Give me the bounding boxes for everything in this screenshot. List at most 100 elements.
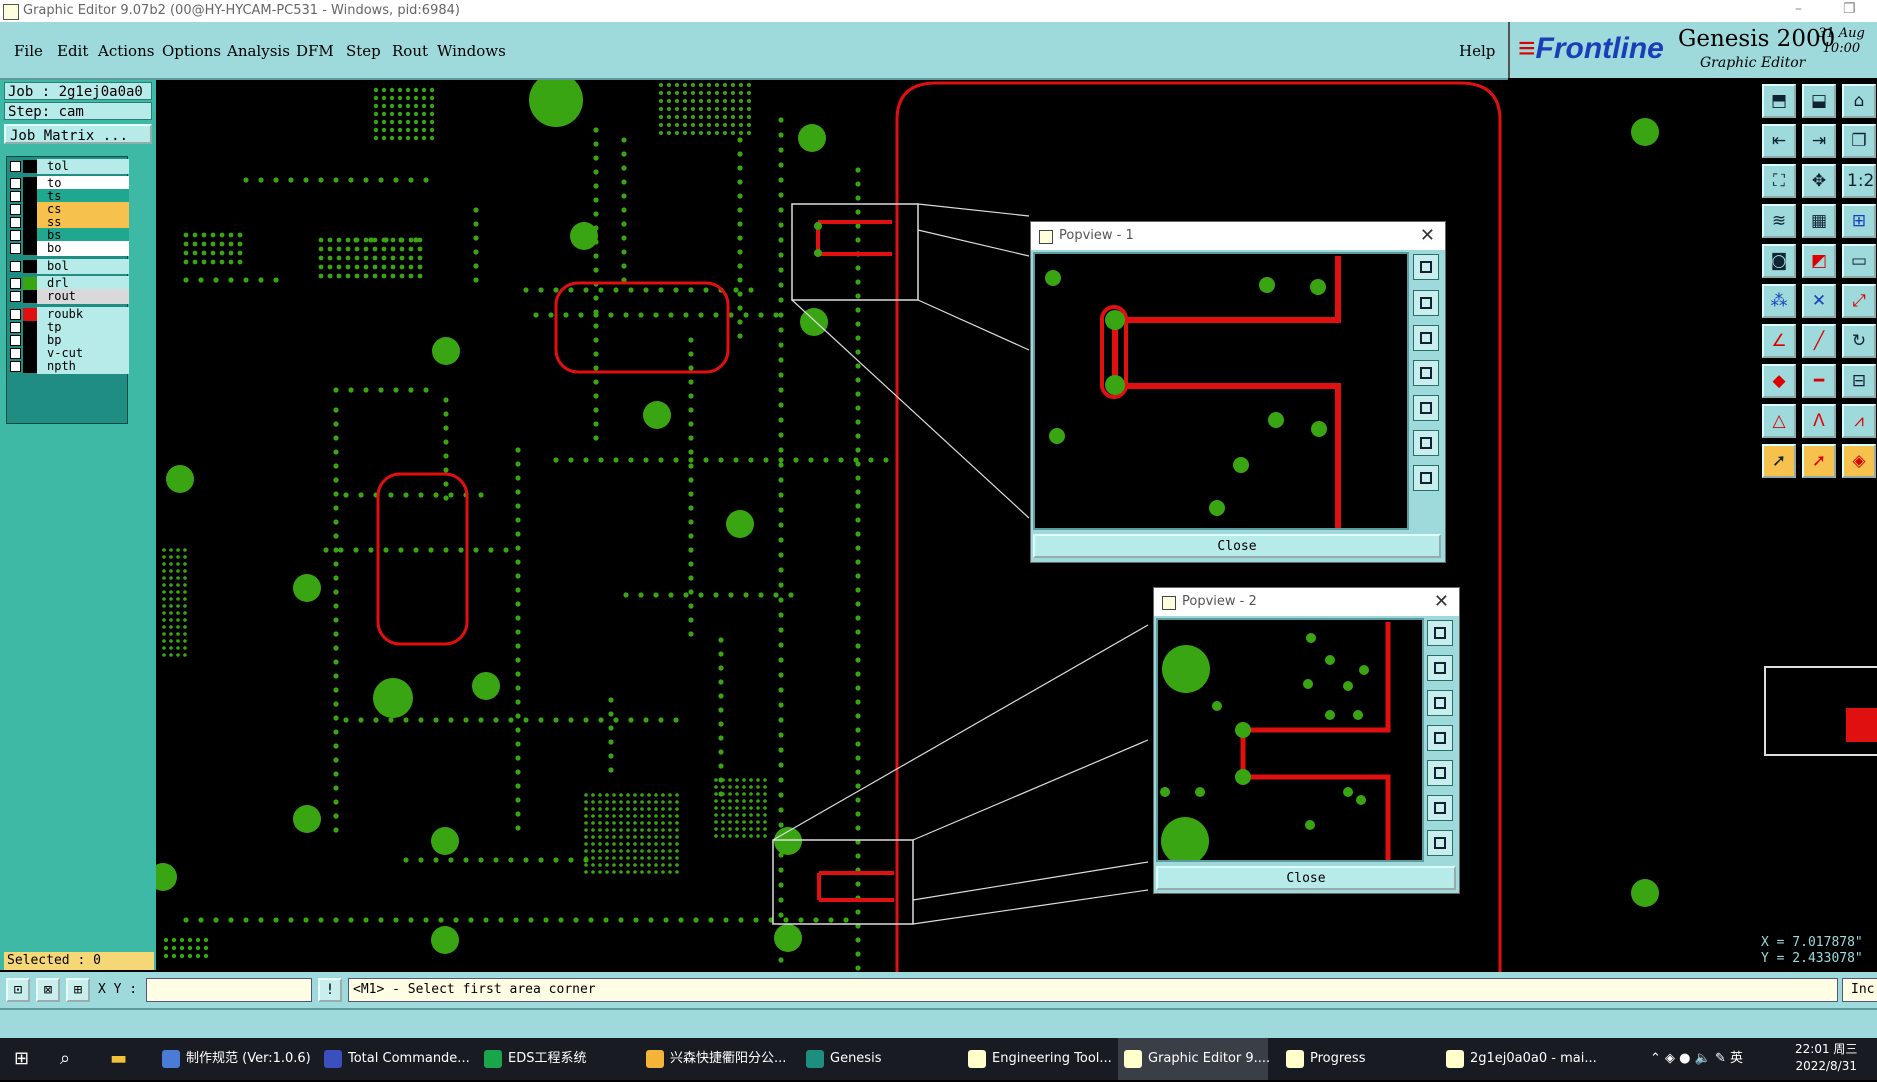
arc-icon[interactable]: ↻	[1842, 324, 1876, 358]
restore-icon[interactable]: ❐	[1843, 1, 1856, 17]
feature-icon[interactable]: ◙	[1762, 244, 1796, 278]
popview-2-close-button[interactable]: Close	[1156, 866, 1456, 890]
pan-left-button[interactable]	[1413, 360, 1439, 386]
home-icon[interactable]: ⌂	[1842, 84, 1876, 118]
layer-checkbox[interactable]	[10, 348, 21, 359]
popview-1-view[interactable]	[1033, 252, 1409, 530]
move-icon[interactable]: ⁂	[1762, 284, 1796, 318]
pan-left-button[interactable]	[1427, 725, 1453, 751]
window-icon[interactable]: ❐	[1842, 124, 1876, 158]
save-icon[interactable]: ⬓	[1802, 84, 1836, 118]
layer-checkbox[interactable]	[10, 322, 21, 333]
popview-2-view[interactable]	[1156, 618, 1424, 865]
pan-down-button[interactable]	[1427, 690, 1453, 716]
layer-row-npth[interactable]: npth	[7, 359, 129, 374]
ime-indicator[interactable]: 英	[1730, 1051, 1743, 1066]
layer-checkbox[interactable]	[10, 243, 21, 254]
menu-analysis[interactable]: Analysis	[227, 42, 290, 60]
layer-row-bol[interactable]: bol	[7, 259, 129, 274]
taskbar-clock[interactable]: 22:01 周三 2022/8/31	[1795, 1041, 1857, 1075]
layer-checkbox[interactable]	[10, 335, 21, 346]
measure-icon[interactable]: ⊟	[1842, 364, 1876, 398]
layer-checkbox[interactable]	[10, 261, 21, 272]
taskbar-app-2[interactable]: EDS工程系统	[478, 1038, 628, 1080]
minimap[interactable]	[1764, 666, 1877, 756]
menu-windows[interactable]: Windows	[437, 42, 506, 60]
angle-mode-icon[interactable]: ⊠	[36, 978, 60, 1002]
zoom-out-button[interactable]	[1427, 830, 1453, 856]
layer-checkbox[interactable]	[10, 204, 21, 215]
close-icon[interactable]: ✕	[1434, 591, 1449, 612]
job-matrix-button[interactable]: Job Matrix ...	[4, 124, 152, 144]
layers-icon[interactable]: ≋	[1762, 204, 1796, 238]
select-pointer-icon[interactable]: ➚	[1762, 444, 1796, 478]
pad-add-icon[interactable]: ◆	[1762, 364, 1796, 398]
zoom-home-button[interactable]	[1413, 254, 1439, 280]
snap-icon[interactable]: ⊞	[1842, 204, 1876, 238]
board-svg[interactable]	[149, 73, 1760, 972]
menu-step[interactable]: Step	[346, 42, 381, 60]
triangle-icon[interactable]: △	[1762, 404, 1796, 438]
menu-rout[interactable]: Rout	[392, 42, 428, 60]
tray-icons[interactable]: ⌃ ◈ ● 🔈 ✎	[1650, 1051, 1730, 1066]
layer-row-rout[interactable]: rout	[7, 289, 129, 304]
menu-help[interactable]: Help	[1459, 42, 1495, 60]
close-icon[interactable]: ✕	[1420, 225, 1435, 246]
line-icon[interactable]: ╱	[1802, 324, 1836, 358]
info-icon[interactable]: !	[318, 978, 342, 1002]
menu-edit[interactable]: Edit	[57, 42, 88, 60]
zoom-home-button[interactable]	[1427, 620, 1453, 646]
menu-options[interactable]: Options	[162, 42, 221, 60]
connect-icon[interactable]: ⤢	[1842, 284, 1876, 318]
menu-file[interactable]: File	[14, 42, 43, 60]
select-polygon-icon[interactable]: ◈	[1842, 444, 1876, 478]
grid-mode-icon[interactable]: ⊞	[66, 978, 90, 1002]
trace-icon[interactable]: ━	[1802, 364, 1836, 398]
layer-row-bo[interactable]: bo	[7, 241, 129, 256]
menu-dfm[interactable]: DFM	[296, 42, 334, 60]
polygon-icon[interactable]: Λ	[1802, 404, 1836, 438]
pan-up-button[interactable]	[1427, 655, 1453, 681]
taskbar-app-3[interactable]: 兴森快捷衢阳分公...	[640, 1038, 790, 1080]
taskbar-app-6[interactable]: Graphic Editor 9....	[1118, 1038, 1270, 1080]
scale-icon[interactable]: 1:2	[1842, 164, 1876, 198]
pan-down-button[interactable]	[1413, 325, 1439, 351]
layer-checkbox[interactable]	[10, 161, 21, 172]
minimize-icon[interactable]: –	[1795, 1, 1802, 17]
pan-right-button[interactable]	[1427, 760, 1453, 786]
color-icon[interactable]: ◩	[1802, 244, 1836, 278]
taskbar-app-7[interactable]: Progress	[1280, 1038, 1430, 1080]
layer-checkbox[interactable]	[10, 230, 21, 241]
layer-checkbox[interactable]	[10, 217, 21, 228]
zoom-out-button[interactable]	[1413, 465, 1439, 491]
graphic-canvas[interactable]	[149, 73, 1760, 972]
zoom-in-button[interactable]	[1413, 430, 1439, 456]
zoom-icon[interactable]: ✥	[1802, 164, 1836, 198]
grid-icon[interactable]: ▦	[1802, 204, 1836, 238]
taskbar-app-5[interactable]: Engineering Tool...	[962, 1038, 1112, 1080]
layer-checkbox[interactable]	[10, 291, 21, 302]
search-icon[interactable]: ⌕	[60, 1038, 90, 1080]
layer-checkbox[interactable]	[10, 178, 21, 189]
open-icon[interactable]: ⬒	[1762, 84, 1796, 118]
inc-button[interactable]: Inc	[1842, 978, 1877, 1002]
menu-actions[interactable]: Actions	[98, 42, 154, 60]
layer-row-tol[interactable]: tol	[7, 159, 129, 174]
fit-icon[interactable]: ⛶	[1762, 164, 1796, 198]
xy-input[interactable]	[146, 978, 312, 1002]
select-area-icon[interactable]: ➚	[1802, 444, 1836, 478]
taskbar-app-0[interactable]: 制作规范 (Ver:1.0.6)	[156, 1038, 311, 1080]
layer-checkbox[interactable]	[10, 278, 21, 289]
layer-checkbox[interactable]	[10, 309, 21, 320]
popview-1-close-button[interactable]: Close	[1033, 534, 1441, 558]
cross-icon[interactable]: ✕	[1802, 284, 1836, 318]
file-explorer-icon[interactable]: ▬	[110, 1038, 140, 1080]
angle-icon[interactable]: ∠	[1762, 324, 1796, 358]
layer-checkbox[interactable]	[10, 191, 21, 202]
layer-checkbox[interactable]	[10, 361, 21, 372]
surface-icon[interactable]: ⩘	[1842, 404, 1876, 438]
ruler-icon[interactable]: ▭	[1842, 244, 1876, 278]
taskbar-app-1[interactable]: Total Commande...	[318, 1038, 470, 1080]
taskbar-app-8[interactable]: 2g1ej0a0a0 - mai...	[1440, 1038, 1610, 1080]
start-button[interactable]: ⊞	[14, 1038, 44, 1080]
